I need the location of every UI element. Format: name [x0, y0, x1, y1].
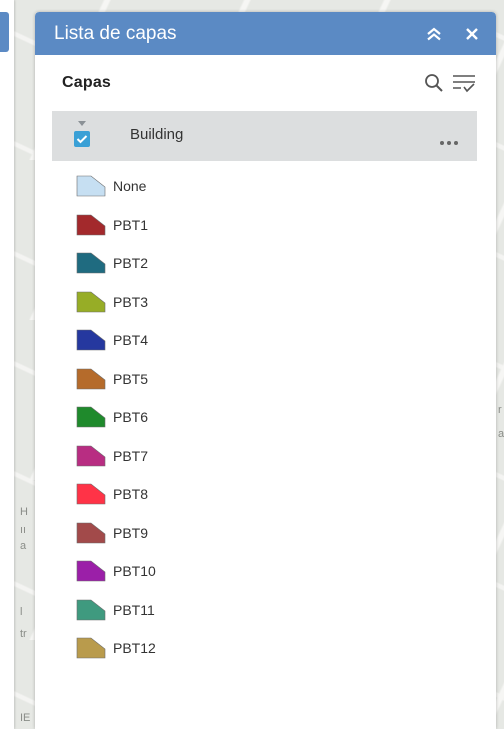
legend-swatch: [76, 368, 106, 390]
legend-label: PBT2: [113, 255, 149, 272]
more-options-button[interactable]: [439, 133, 459, 151]
legend-item: PBT3: [35, 283, 496, 322]
legend-label: PBT7: [113, 447, 149, 464]
legend-swatch: [76, 599, 106, 621]
legend-swatch: [76, 406, 106, 428]
double-chevron-up-icon: [427, 27, 441, 40]
map-label: a: [498, 428, 504, 440]
legend-item: PBT12: [35, 629, 496, 668]
legend-label: PBT10: [113, 563, 156, 580]
legend-label: PBT12: [113, 640, 156, 657]
toolbar-title: Capas: [62, 74, 112, 91]
close-button[interactable]: [458, 20, 486, 48]
legend-swatch: [76, 252, 106, 274]
expand-arrow-icon[interactable]: [78, 121, 86, 126]
legend-item: PBT11: [35, 591, 496, 630]
legend-item: PBT1: [35, 206, 496, 245]
legend-label: None: [113, 178, 147, 195]
legend-swatch: [76, 637, 106, 659]
legend-item: PBT10: [35, 552, 496, 591]
legend-item: PBT7: [35, 437, 496, 476]
layer-visibility-checkbox[interactable]: [74, 131, 90, 147]
legend-label: PBT3: [113, 293, 149, 310]
legend-label: PBT1: [113, 216, 149, 233]
legend-swatch: [76, 445, 106, 467]
legend-item: PBT8: [35, 475, 496, 514]
legend-label: PBT11: [113, 601, 155, 618]
legend-swatch: [76, 291, 106, 313]
filter-button[interactable]: [452, 71, 476, 95]
legend-swatch: [76, 522, 106, 544]
layer-name: Building: [130, 126, 184, 143]
legend-item: PBT4: [35, 321, 496, 360]
legend-swatch: [76, 214, 106, 236]
map-label: r: [498, 404, 502, 416]
map-label: IE: [20, 712, 31, 724]
legend-label: PBT9: [113, 524, 149, 541]
map-label: a: [20, 540, 27, 552]
filter-list-icon: [453, 75, 475, 93]
legend-label: PBT5: [113, 370, 149, 387]
map-label: H: [20, 506, 28, 518]
legend-list: None PBT1 PBT2 PBT3 PBT4 PBT5 PBT6 PBT7 PBT8 PBT9…: [35, 167, 496, 668]
map-label: ıı: [20, 524, 27, 536]
checkmark-icon: [76, 135, 88, 144]
legend-label: PBT6: [113, 409, 149, 426]
legend-item: PBT9: [35, 514, 496, 553]
toolbar: Capas: [35, 55, 496, 111]
legend-swatch: [76, 483, 106, 505]
close-icon: [466, 27, 478, 40]
legend-item: None: [35, 167, 496, 206]
search-icon: [425, 74, 443, 92]
left-panel-header: [0, 12, 9, 52]
legend-swatch: [76, 560, 106, 582]
legend-swatch: [76, 175, 106, 197]
layer-list-panel: Lista de capas Capas Building None PBT1 …: [35, 12, 496, 729]
search-button[interactable]: [422, 71, 446, 95]
legend-item: PBT6: [35, 398, 496, 437]
legend-swatch: [76, 329, 106, 351]
left-panel-edge: [0, 0, 14, 729]
legend-label: PBT8: [113, 486, 149, 503]
legend-item: PBT2: [35, 244, 496, 283]
map-label: tr: [20, 628, 27, 640]
panel-header: Lista de capas: [35, 12, 496, 55]
legend-label: PBT4: [113, 332, 149, 349]
panel-title: Lista de capas: [54, 22, 177, 44]
ellipsis-icon: [440, 141, 458, 145]
collapse-button[interactable]: [420, 20, 448, 48]
legend-item: PBT5: [35, 360, 496, 399]
map-label: l: [20, 606, 23, 618]
layer-row-building[interactable]: Building: [52, 111, 477, 161]
